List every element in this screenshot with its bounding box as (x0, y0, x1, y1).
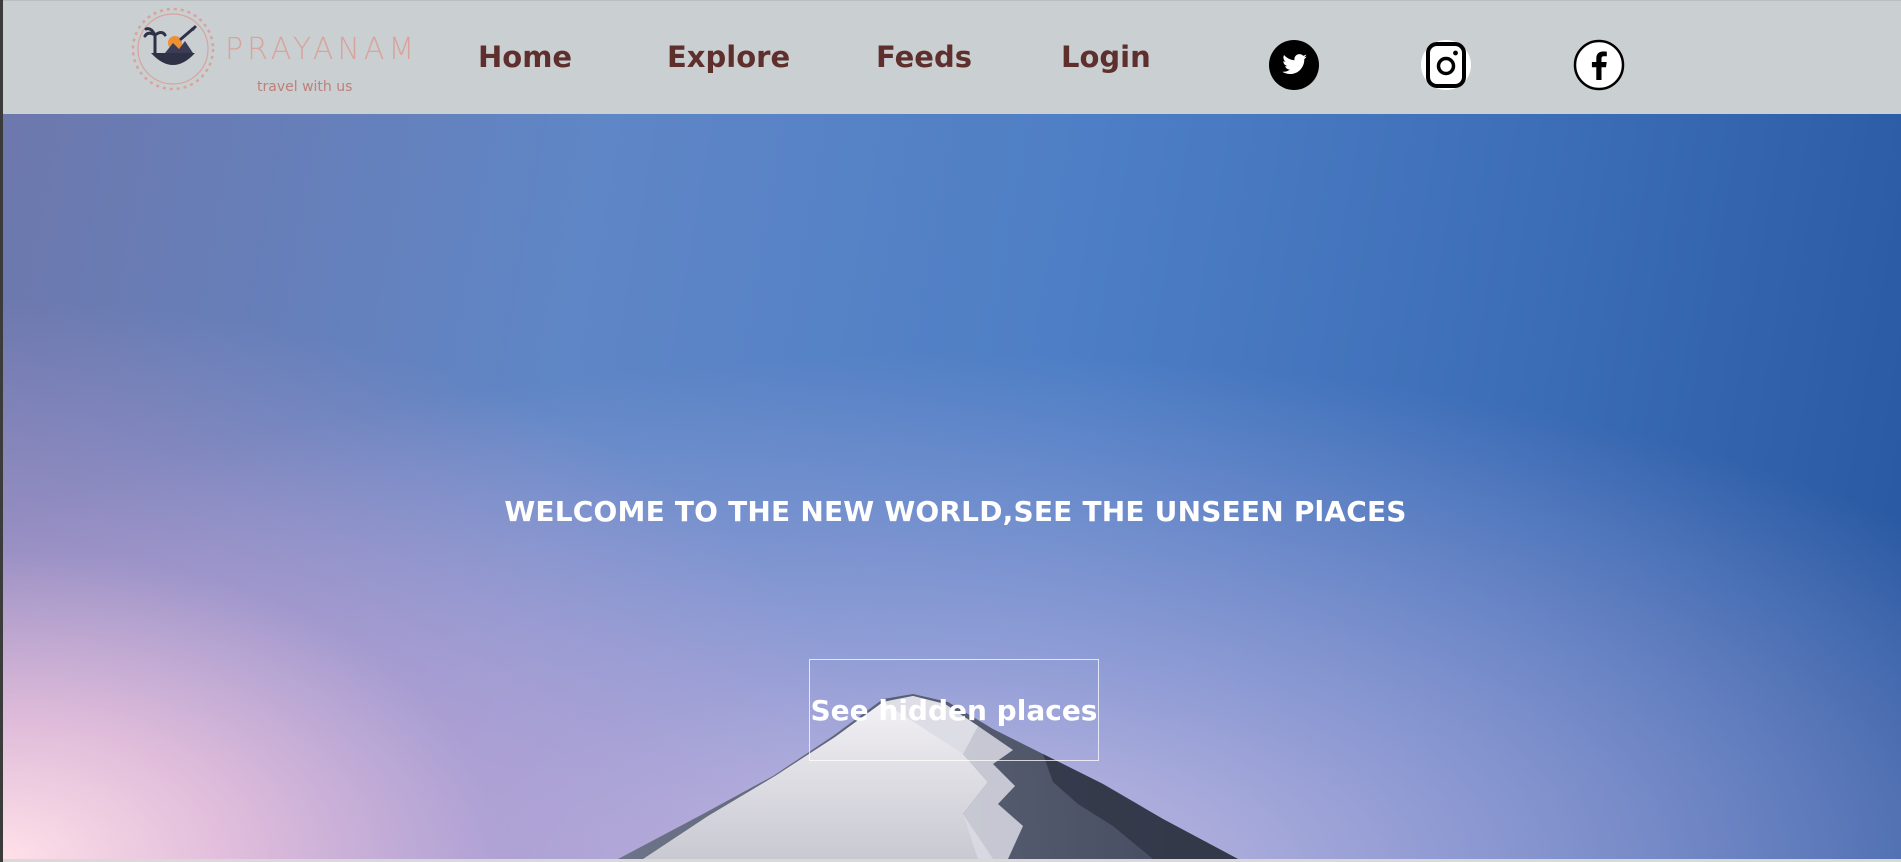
twitter-link[interactable] (1268, 39, 1320, 91)
logo-emblem-icon (131, 7, 215, 91)
brand-wordmark: PRAYANAM (225, 32, 419, 67)
page: PRAYANAM travel with us Home Explore Fee… (0, 0, 1901, 862)
facebook-link[interactable] (1573, 39, 1625, 91)
nav-explore[interactable]: Explore (667, 43, 790, 72)
instagram-link[interactable] (1420, 39, 1472, 91)
nav-login[interactable]: Login (1061, 43, 1151, 72)
see-hidden-places-button[interactable]: See hidden places (809, 659, 1099, 761)
brand-tagline: travel with us (257, 79, 353, 95)
facebook-icon (1573, 39, 1625, 91)
site-header: PRAYANAM travel with us Home Explore Fee… (3, 0, 1901, 114)
hero-banner: WELCOME TO THE NEW WORLD,SEE THE UNSEEN … (3, 114, 1901, 859)
brand-logo[interactable]: PRAYANAM travel with us (131, 5, 414, 97)
hero-title: WELCOME TO THE NEW WORLD,SEE THE UNSEEN … (504, 495, 1407, 528)
twitter-icon (1269, 40, 1319, 90)
instagram-icon (1421, 40, 1471, 90)
nav-home[interactable]: Home (478, 43, 572, 72)
nav-feeds[interactable]: Feeds (876, 43, 972, 72)
